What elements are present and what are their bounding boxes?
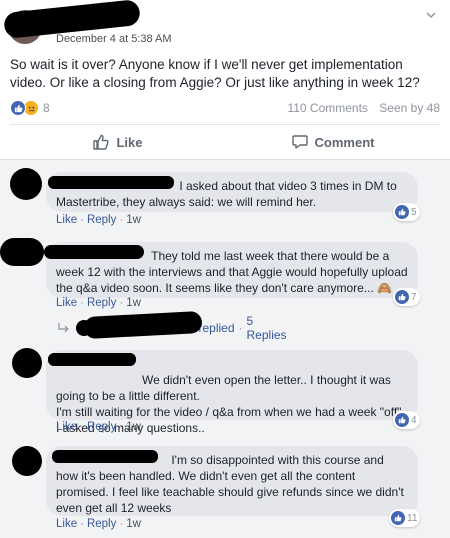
comment-like-link[interactable]: Like [56, 518, 77, 530]
comment-reply-link[interactable]: Reply [87, 421, 116, 433]
comment-avatar[interactable] [10, 168, 42, 200]
thumbs-up-icon [93, 134, 110, 150]
comment-like-link[interactable]: Like [56, 214, 77, 226]
redacted-commenter-avatar [0, 238, 44, 266]
comments-section: I asked about that video 3 times in DM t… [0, 160, 450, 538]
comment-avatar[interactable] [12, 446, 42, 476]
redacted-commenter-name [48, 353, 136, 366]
comments-count-link[interactable]: 110 Comments [287, 101, 367, 115]
comment-avatar[interactable] [12, 348, 42, 378]
reply-arrow-icon [58, 323, 69, 333]
chevron-down-icon[interactable] [424, 8, 438, 22]
comment-time[interactable]: 1w [126, 421, 141, 433]
comment-button[interactable]: Comment [225, 128, 440, 156]
like-button[interactable]: Like [10, 128, 225, 156]
comment-reply-link[interactable]: Reply [87, 518, 116, 530]
post-card: December 4 at 5:38 AM So wait is it over… [0, 0, 450, 160]
comment-button-label: Comment [314, 134, 375, 150]
comment-like-badge[interactable]: 4 [393, 411, 420, 429]
comment-icon [291, 135, 308, 149]
reactions-summary[interactable]: 8 [10, 100, 50, 116]
comment-like-link[interactable]: Like [56, 421, 77, 433]
comment-like-badge[interactable]: 7 [393, 288, 420, 306]
comment-time[interactable]: 1w [126, 214, 141, 226]
replies-count-link[interactable]: 5 Replies [247, 314, 296, 342]
post-timestamp[interactable]: December 4 at 5:38 AM [56, 33, 172, 45]
like-reaction-icon [395, 205, 409, 219]
like-reaction-icon [391, 511, 405, 525]
replied-label: replied [198, 321, 235, 335]
like-button-label: Like [116, 134, 143, 150]
comment-meta: Like · Reply · 1w [56, 518, 141, 530]
seen-by-link[interactable]: Seen by 48 [379, 101, 440, 115]
post-body: So wait is it over? Anyone know if I we'… [10, 57, 420, 90]
comment-time[interactable]: 1w [126, 518, 141, 530]
comment-reply-link[interactable]: Reply [87, 214, 116, 226]
post-stats: 110 Comments Seen by 48 [279, 101, 440, 115]
comment-time[interactable]: 1w [126, 297, 141, 309]
like-reaction-icon [10, 100, 26, 116]
comment-like-badge[interactable]: 5 [393, 203, 420, 221]
comment-meta: Like · Reply · 1w [56, 421, 141, 433]
like-reaction-icon [395, 413, 409, 427]
redacted-commenter-name [48, 176, 174, 189]
reaction-count: 8 [43, 101, 50, 115]
divider [10, 124, 440, 125]
post-actions: Like Comment [10, 128, 440, 156]
redacted-commenter-name [52, 450, 158, 463]
redacted-commenter-name [44, 245, 144, 259]
comment-meta: Like · Reply · 1w [56, 297, 141, 309]
comment-like-link[interactable]: Like [56, 297, 77, 309]
comment-like-badge[interactable]: 11 [389, 509, 421, 527]
comment-meta: Like · Reply · 1w [56, 214, 141, 226]
like-reaction-icon [395, 290, 409, 304]
comment-reply-link[interactable]: Reply [87, 297, 116, 309]
